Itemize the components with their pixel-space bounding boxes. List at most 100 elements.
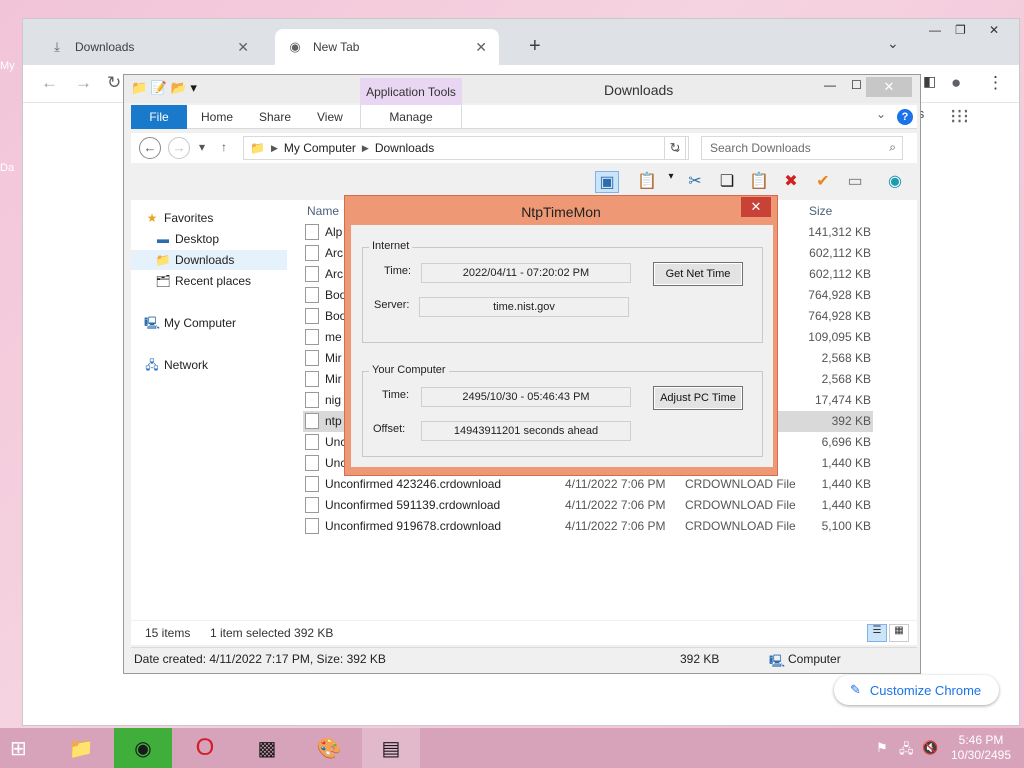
- adjust-pc-time-button[interactable]: Adjust PC Time: [653, 386, 743, 410]
- search-placeholder: Search Downloads: [710, 141, 811, 155]
- file-row[interactable]: Unconfirmed 423246.crdownload 4/11/2022 7…: [303, 474, 873, 495]
- column-header-name[interactable]: Name: [307, 204, 339, 218]
- file-row[interactable]: Unconfirmed 919678.crdownload 4/11/2022 7…: [303, 516, 873, 537]
- forward-button[interactable]: →: [168, 137, 190, 159]
- action-center-icon[interactable]: ⚑: [876, 740, 888, 756]
- close-button[interactable]: ✕: [866, 77, 912, 97]
- globe-icon[interactable]: ◉: [883, 171, 907, 193]
- tab-share[interactable]: Share: [245, 105, 305, 129]
- profile-icon[interactable]: ●: [951, 73, 961, 93]
- file-size: 1,440 KB: [821, 477, 871, 491]
- large-icons-view-icon[interactable]: ▦: [889, 624, 909, 642]
- file-icon: [305, 224, 319, 240]
- side-panel-icon[interactable]: ◧: [923, 73, 936, 90]
- maximize-icon[interactable]: ❐: [955, 23, 966, 37]
- file-size: 392 KB: [831, 414, 871, 428]
- tab-home[interactable]: Home: [187, 105, 247, 129]
- details-view-icon[interactable]: ☰: [867, 624, 887, 642]
- file-name: Unconfirmed 919678.crdownload: [325, 519, 502, 533]
- command-icon-bar: ▣ 📋 ▾ ✂ ❏ 📋 ✖ ✔ ▭ ◉: [131, 167, 917, 197]
- start-button-icon[interactable]: ⊞: [10, 736, 27, 761]
- tab-new-tab[interactable]: ◉ New Tab ✕: [275, 29, 499, 65]
- search-icon: ⌕: [889, 140, 896, 154]
- internet-time-label: Time:: [384, 265, 412, 277]
- back-button[interactable]: ←: [139, 137, 161, 159]
- pc-time-label: Time:: [382, 389, 410, 401]
- ntptimemon-taskbar-icon[interactable]: ▤: [362, 728, 420, 768]
- reload-icon[interactable]: ↻: [107, 73, 121, 93]
- close-tab-icon[interactable]: ✕: [237, 39, 249, 56]
- nav-downloads[interactable]: 📁 Downloads: [131, 250, 287, 270]
- minimize-icon[interactable]: —: [824, 78, 836, 92]
- file-row[interactable]: Unconfirmed 591139.crdownload 4/11/2022 7…: [303, 495, 873, 516]
- expand-ribbon-icon[interactable]: ⌄: [876, 107, 886, 121]
- tab-search-icon[interactable]: ⌄: [887, 35, 899, 52]
- nav-desktop[interactable]: ▬ Desktop: [154, 229, 310, 249]
- internet-time-field: 2022/04/11 - 07:20:02 PM: [421, 263, 631, 283]
- maximize-icon[interactable]: ☐: [851, 78, 862, 92]
- tab-downloads[interactable]: ⤓ Downloads ✕: [37, 29, 261, 65]
- refresh-icon[interactable]: ↻: [664, 136, 686, 160]
- server-field[interactable]: time.nist.gov: [419, 297, 629, 317]
- search-input[interactable]: Search Downloads ⌕: [701, 136, 903, 160]
- breadcrumb-my-computer[interactable]: My Computer: [284, 141, 356, 155]
- dialog-close-button[interactable]: ✕: [741, 197, 771, 217]
- apps-grid-icon[interactable]: ⁝⁝⁝: [950, 104, 969, 129]
- menu-icon[interactable]: ⋮: [987, 73, 1004, 93]
- paint-taskbar-icon[interactable]: 🎨: [300, 728, 358, 768]
- file-date: 4/11/2022 7:06 PM: [565, 477, 666, 491]
- minimize-icon[interactable]: —: [929, 23, 941, 37]
- tab-view[interactable]: View: [303, 105, 357, 129]
- tab-manage[interactable]: Manage: [360, 105, 462, 129]
- dialog-body: Internet Time: 2022/04/11 - 07:20:02 PM …: [351, 225, 773, 467]
- offset-field: 14943911201 seconds ahead: [421, 421, 631, 441]
- properties-icon[interactable]: 📋: [635, 171, 659, 193]
- file-size: 2,568 KB: [821, 372, 871, 386]
- desktop-icon-fragment[interactable]: My: [0, 60, 22, 72]
- file-size: 109,095 KB: [808, 330, 871, 344]
- nav-recent-places[interactable]: 🗂 Recent places: [154, 271, 310, 291]
- back-icon[interactable]: ←: [41, 73, 58, 93]
- desktop-icon-fragment[interactable]: Da: [0, 162, 22, 174]
- application-tools-label: Application Tools: [360, 78, 462, 105]
- file-type: CRDOWNLOAD File: [685, 498, 796, 512]
- tab-file[interactable]: File: [131, 105, 187, 129]
- file-date: 4/11/2022 7:06 PM: [565, 498, 666, 512]
- checkmark-icon[interactable]: ✔: [811, 171, 835, 193]
- up-icon[interactable]: ↑: [221, 140, 227, 154]
- paste-icon[interactable]: 📋: [747, 171, 771, 193]
- cut-icon[interactable]: ✂: [683, 171, 707, 193]
- customize-chrome-button[interactable]: ✎ Customize Chrome: [834, 675, 999, 705]
- column-header-size[interactable]: Size: [809, 204, 832, 218]
- window-title: Downloads: [604, 82, 674, 98]
- quick-access-toolbar[interactable]: 📁 📝 📂 ▾: [131, 80, 197, 96]
- preview-pane-icon[interactable]: ▣: [595, 171, 619, 193]
- network-tray-icon[interactable]: 🖧: [899, 740, 914, 762]
- help-icon[interactable]: ?: [897, 109, 913, 125]
- file-explorer-taskbar-icon[interactable]: 📁: [52, 728, 110, 768]
- file-name: Unconfirmed 591139.crdownload: [325, 498, 501, 512]
- nav-my-computer[interactable]: 🖳 My Computer: [143, 313, 299, 333]
- file-size: 1,440 KB: [821, 498, 871, 512]
- recent-locations-icon[interactable]: ▾: [199, 140, 205, 154]
- close-tab-icon[interactable]: ✕: [475, 39, 487, 56]
- details-bar: Date created: 4/11/2022 7:17 PM, Size: 3…: [131, 647, 917, 669]
- clock[interactable]: 5:46 PM 10/30/2495: [946, 733, 1016, 763]
- delete-icon[interactable]: ✖: [779, 171, 803, 193]
- breadcrumb-downloads[interactable]: Downloads: [375, 141, 434, 155]
- forward-icon[interactable]: →: [75, 73, 92, 93]
- opera-taskbar-icon[interactable]: O: [176, 728, 234, 768]
- address-bar[interactable]: 📁 ▶ My Computer ▶ Downloads ⌄: [243, 136, 689, 160]
- minecraft-taskbar-icon[interactable]: ▩: [238, 728, 296, 768]
- dropdown-icon[interactable]: ▾: [659, 171, 683, 193]
- rename-icon[interactable]: ▭: [843, 171, 867, 193]
- get-net-time-button[interactable]: Get Net Time: [653, 262, 743, 286]
- chrome-taskbar-icon[interactable]: ◉: [114, 728, 172, 768]
- close-icon[interactable]: ✕: [989, 23, 999, 37]
- nav-favorites[interactable]: ★ Favorites: [143, 208, 299, 228]
- new-tab-button[interactable]: +: [529, 35, 541, 58]
- nav-network[interactable]: 🖧 Network: [143, 355, 299, 375]
- volume-muted-icon[interactable]: 🔇: [922, 740, 938, 756]
- details-location: Computer: [788, 652, 841, 666]
- copy-icon[interactable]: ❏: [715, 171, 739, 193]
